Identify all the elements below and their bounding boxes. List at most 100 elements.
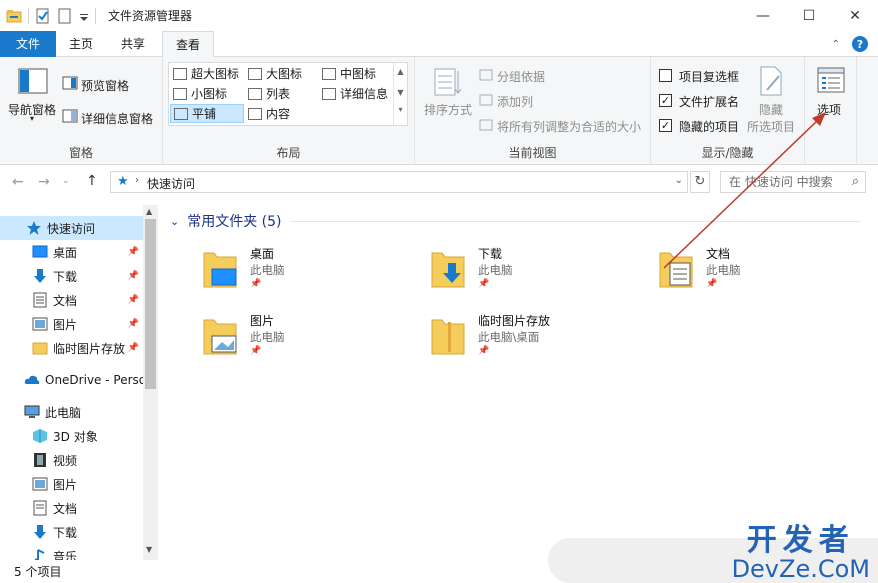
toolbar-divider: [95, 7, 96, 24]
options-button[interactable]: 选项: [817, 101, 841, 118]
tab-view[interactable]: 查看: [162, 31, 214, 58]
nav-pc-music[interactable]: 音乐: [0, 544, 143, 560]
tab-file[interactable]: 文件: [0, 31, 56, 57]
pin-icon[interactable]: 📌: [128, 343, 139, 353]
pin-icon[interactable]: 📌: [250, 346, 261, 356]
pin-icon[interactable]: 📌: [128, 247, 139, 257]
layout-tiles[interactable]: 平铺: [170, 104, 244, 123]
sort-by-button[interactable]: 排序方式: [424, 101, 472, 118]
pin-icon[interactable]: 📌: [128, 271, 139, 281]
expand-gallery-icon[interactable]: ▾: [394, 105, 407, 114]
hidden-items-checkbox[interactable]: ✓: [659, 119, 672, 132]
details-pane-button[interactable]: 详细信息窗格: [81, 110, 153, 127]
search-icon[interactable]: ⌕: [852, 174, 859, 189]
scrollbar-thumb[interactable]: [145, 219, 156, 389]
folder-tile-documents[interactable]: 文档 此电脑 📌: [658, 245, 878, 305]
scroll-down-icon[interactable]: ▼: [394, 88, 407, 97]
layout-gallery-scroll[interactable]: ▲ ▼ ▾: [393, 63, 407, 125]
collapse-ribbon-icon[interactable]: ⌃: [832, 39, 840, 50]
layout-extra-large-icons[interactable]: 超大图标: [170, 64, 244, 83]
refresh-icon[interactable]: ↻: [690, 171, 710, 193]
address-bar[interactable]: ★ › 快速访问 ⌄: [110, 171, 688, 193]
pin-icon[interactable]: 📌: [706, 279, 717, 289]
address-separator-icon[interactable]: ›: [135, 175, 139, 186]
folder-tile-temp-pictures[interactable]: 临时图片存放 此电脑\桌面 📌: [430, 312, 650, 372]
pin-icon[interactable]: 📌: [478, 279, 489, 289]
pin-icon[interactable]: 📌: [128, 319, 139, 329]
nav-quick-documents[interactable]: 文档 📌: [0, 288, 143, 312]
folder-tile-desktop[interactable]: 桌面 此电脑 📌: [202, 245, 422, 305]
scroll-up-icon[interactable]: ▲: [146, 207, 152, 216]
ribbon-group-show-hide: 项目复选框 ✓ 文件扩展名 ✓ 隐藏的项目 隐藏 所选项目 显示/隐藏: [651, 57, 805, 165]
properties-icon[interactable]: [35, 8, 51, 24]
frequent-folders-header[interactable]: ⌄ 常用文件夹 (5): [170, 211, 282, 231]
folder-tile-downloads[interactable]: 下载 此电脑 📌: [430, 245, 650, 305]
layout-medium-icons[interactable]: 中图标: [319, 64, 393, 83]
details-pane-icon[interactable]: [62, 109, 78, 126]
nav-onedrive[interactable]: OneDrive - Perso: [0, 368, 143, 392]
close-button[interactable]: ✕: [832, 0, 878, 31]
preview-pane-button[interactable]: 预览窗格: [81, 77, 129, 94]
search-input[interactable]: [729, 172, 845, 192]
nav-quick-temp-pictures[interactable]: 临时图片存放 📌: [0, 336, 143, 360]
add-column-button[interactable]: 添加列: [497, 93, 533, 110]
watermark-en: DevZe.CoM: [731, 555, 870, 583]
customize-toolbar-icon[interactable]: [79, 8, 89, 24]
address-path[interactable]: 快速访问: [147, 175, 195, 192]
layout-large-icons[interactable]: 大图标: [245, 64, 317, 83]
nav-quick-access[interactable]: 快速访问: [0, 216, 143, 240]
nav-quick-downloads[interactable]: 下载 📌: [0, 264, 143, 288]
preview-pane-icon[interactable]: [62, 76, 78, 93]
nav-pc-videos[interactable]: 视频: [0, 448, 143, 472]
minimize-button[interactable]: —: [740, 0, 786, 31]
back-arrow-icon[interactable]: ←: [12, 174, 24, 190]
file-extensions-checkbox[interactable]: ✓: [659, 94, 672, 107]
nav-this-pc[interactable]: 此电脑: [0, 400, 143, 424]
layout-content[interactable]: 内容: [245, 104, 317, 123]
layout-list[interactable]: 列表: [245, 84, 317, 103]
new-folder-icon[interactable]: [57, 8, 73, 24]
up-arrow-icon[interactable]: ↑: [86, 173, 98, 189]
item-checkboxes-checkbox[interactable]: [659, 69, 672, 82]
help-icon[interactable]: ?: [852, 36, 868, 52]
cloud-icon: [24, 372, 40, 388]
options-icon[interactable]: [817, 67, 845, 96]
tab-home[interactable]: 主页: [58, 31, 104, 57]
hide-selected-icon[interactable]: [759, 66, 783, 99]
layout-item-label: 列表: [266, 87, 291, 101]
navigation-pane-icon[interactable]: [18, 68, 48, 97]
scroll-up-icon[interactable]: ▲: [394, 67, 407, 76]
hide-selected-label: 所选项目: [747, 120, 796, 134]
nav-pc-documents[interactable]: 文档: [0, 496, 143, 520]
search-box[interactable]: ⌕: [720, 171, 866, 193]
tab-share[interactable]: 共享: [110, 31, 156, 57]
collapse-chevron-icon[interactable]: ⌄: [170, 215, 179, 228]
explorer-folder-icon[interactable]: [6, 8, 22, 24]
small-icons-icon: [173, 87, 187, 100]
recent-locations-icon[interactable]: ⌄: [62, 176, 70, 186]
navigation-pane-scrollbar[interactable]: ▲ ▼: [143, 205, 158, 560]
nav-quick-desktop[interactable]: 桌面 📌: [0, 240, 143, 264]
navigation-pane-dropdown-icon[interactable]: ▾: [30, 114, 34, 123]
tile-location: 此电脑\桌面: [478, 330, 540, 344]
nav-pc-downloads[interactable]: 下载: [0, 520, 143, 544]
pin-icon[interactable]: 📌: [478, 346, 489, 356]
address-dropdown-icon[interactable]: ⌄: [675, 175, 683, 186]
maximize-button[interactable]: ☐: [786, 0, 832, 31]
layout-details[interactable]: 详细信息: [319, 84, 393, 103]
layout-item-label: 大图标: [266, 67, 303, 81]
pin-icon[interactable]: 📌: [250, 279, 261, 289]
nav-item-label: 3D 对象: [53, 429, 98, 444]
forward-arrow-icon[interactable]: →: [38, 174, 50, 190]
pin-icon[interactable]: 📌: [128, 295, 139, 305]
nav-pc-3d-objects[interactable]: 3D 对象: [0, 424, 143, 448]
nav-pc-pictures[interactable]: 图片: [0, 472, 143, 496]
group-by-button[interactable]: 分组依据: [497, 68, 545, 85]
hide-selected-button[interactable]: 隐藏: [759, 101, 783, 118]
nav-quick-pictures[interactable]: 图片 📌: [0, 312, 143, 336]
sort-by-icon[interactable]: [433, 67, 463, 100]
scroll-down-icon[interactable]: ▼: [146, 545, 152, 554]
layout-small-icons[interactable]: 小图标: [170, 84, 244, 103]
folder-tile-pictures[interactable]: 图片 此电脑 📌: [202, 312, 422, 372]
size-all-columns-button[interactable]: 将所有列调整为合适的大小: [497, 118, 641, 135]
